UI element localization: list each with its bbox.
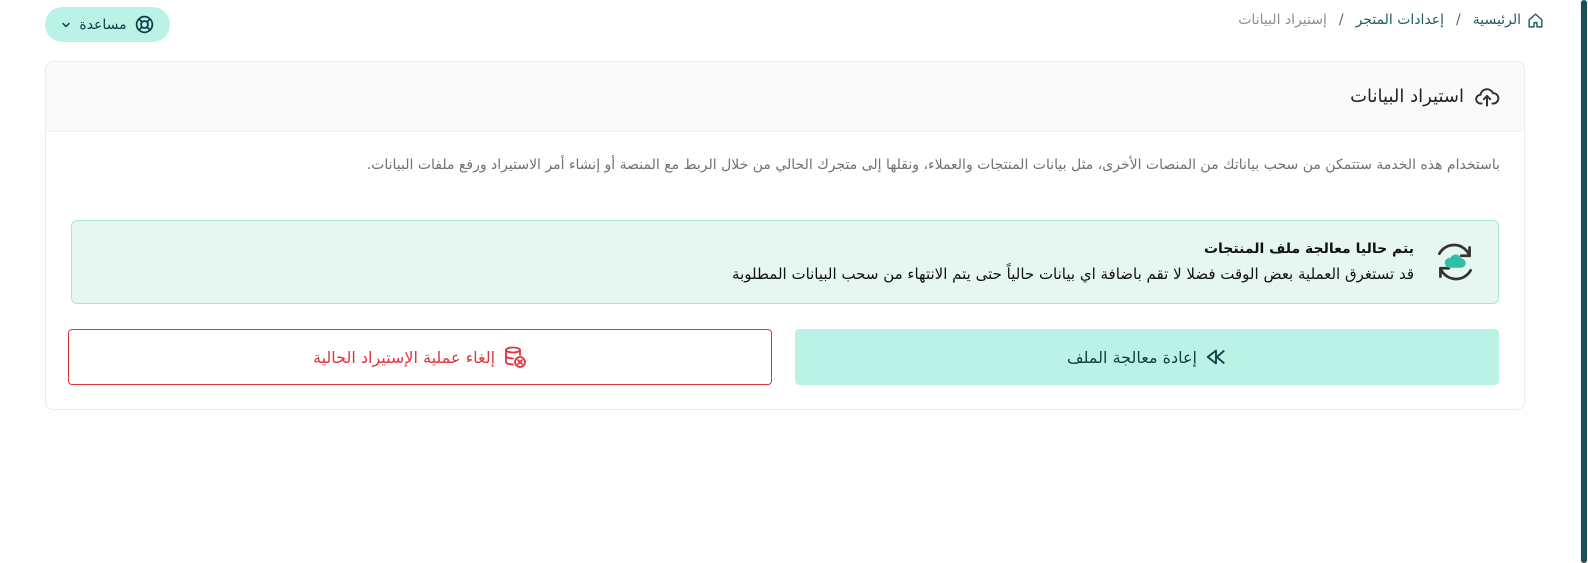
notice-title: يتم حاليا معالجة ملف المنتجات (1203, 241, 1414, 257)
breadcrumb-current: إستيراد البيانات (1238, 12, 1327, 28)
notice-body: قد تستغرق العملية بعض الوقت فضلا لا تقم … (732, 265, 1414, 283)
cloud-sync-icon (1430, 237, 1480, 287)
lifebuoy-icon (134, 14, 155, 35)
card-title: استيراد البيانات (1350, 86, 1464, 107)
fast-forward-icon (1205, 346, 1227, 368)
vertical-scrollbar[interactable] (1580, 0, 1588, 563)
top-bar: الرئيسية / إعدادات المتجر / إستيراد البي… (0, 0, 1588, 46)
card-header: استيراد البيانات (46, 62, 1524, 132)
import-card: استيراد البيانات باستخدام هذه الخدمة ستت… (45, 61, 1525, 410)
database-cancel-icon (503, 345, 527, 369)
cancel-import-button[interactable]: إلغاء عملية الإستيراد الحالية (68, 329, 772, 385)
breadcrumb-separator: / (1456, 12, 1461, 28)
card-description: باستخدام هذه الخدمة ستتمكن من سحب بيانات… (366, 157, 1500, 173)
home-icon (1527, 12, 1544, 29)
cancel-label: إلغاء عملية الإستيراد الحالية (312, 347, 496, 367)
reprocess-label: إعادة معالجة الملف (1067, 347, 1197, 367)
processing-notice: يتم حاليا معالجة ملف المنتجات قد تستغرق … (71, 220, 1499, 304)
breadcrumb-home-label: الرئيسية (1472, 12, 1521, 28)
chevron-down-icon (60, 19, 72, 31)
breadcrumb: الرئيسية / إعدادات المتجر / إستيراد البي… (1238, 8, 1544, 32)
breadcrumb-home[interactable]: الرئيسية (1473, 12, 1544, 29)
cloud-upload-icon (1474, 84, 1500, 110)
help-button[interactable]: مساعدة (45, 7, 170, 42)
breadcrumb-store-settings[interactable]: إعدادات المتجر (1356, 12, 1444, 28)
breadcrumb-separator: / (1338, 12, 1344, 28)
help-label: مساعدة (79, 16, 127, 33)
scrollbar-thumb[interactable] (1581, 0, 1587, 563)
reprocess-file-button[interactable]: إعادة معالجة الملف (795, 329, 1499, 385)
notice-text: يتم حاليا معالجة ملف المنتجات قد تستغرق … (732, 241, 1414, 283)
